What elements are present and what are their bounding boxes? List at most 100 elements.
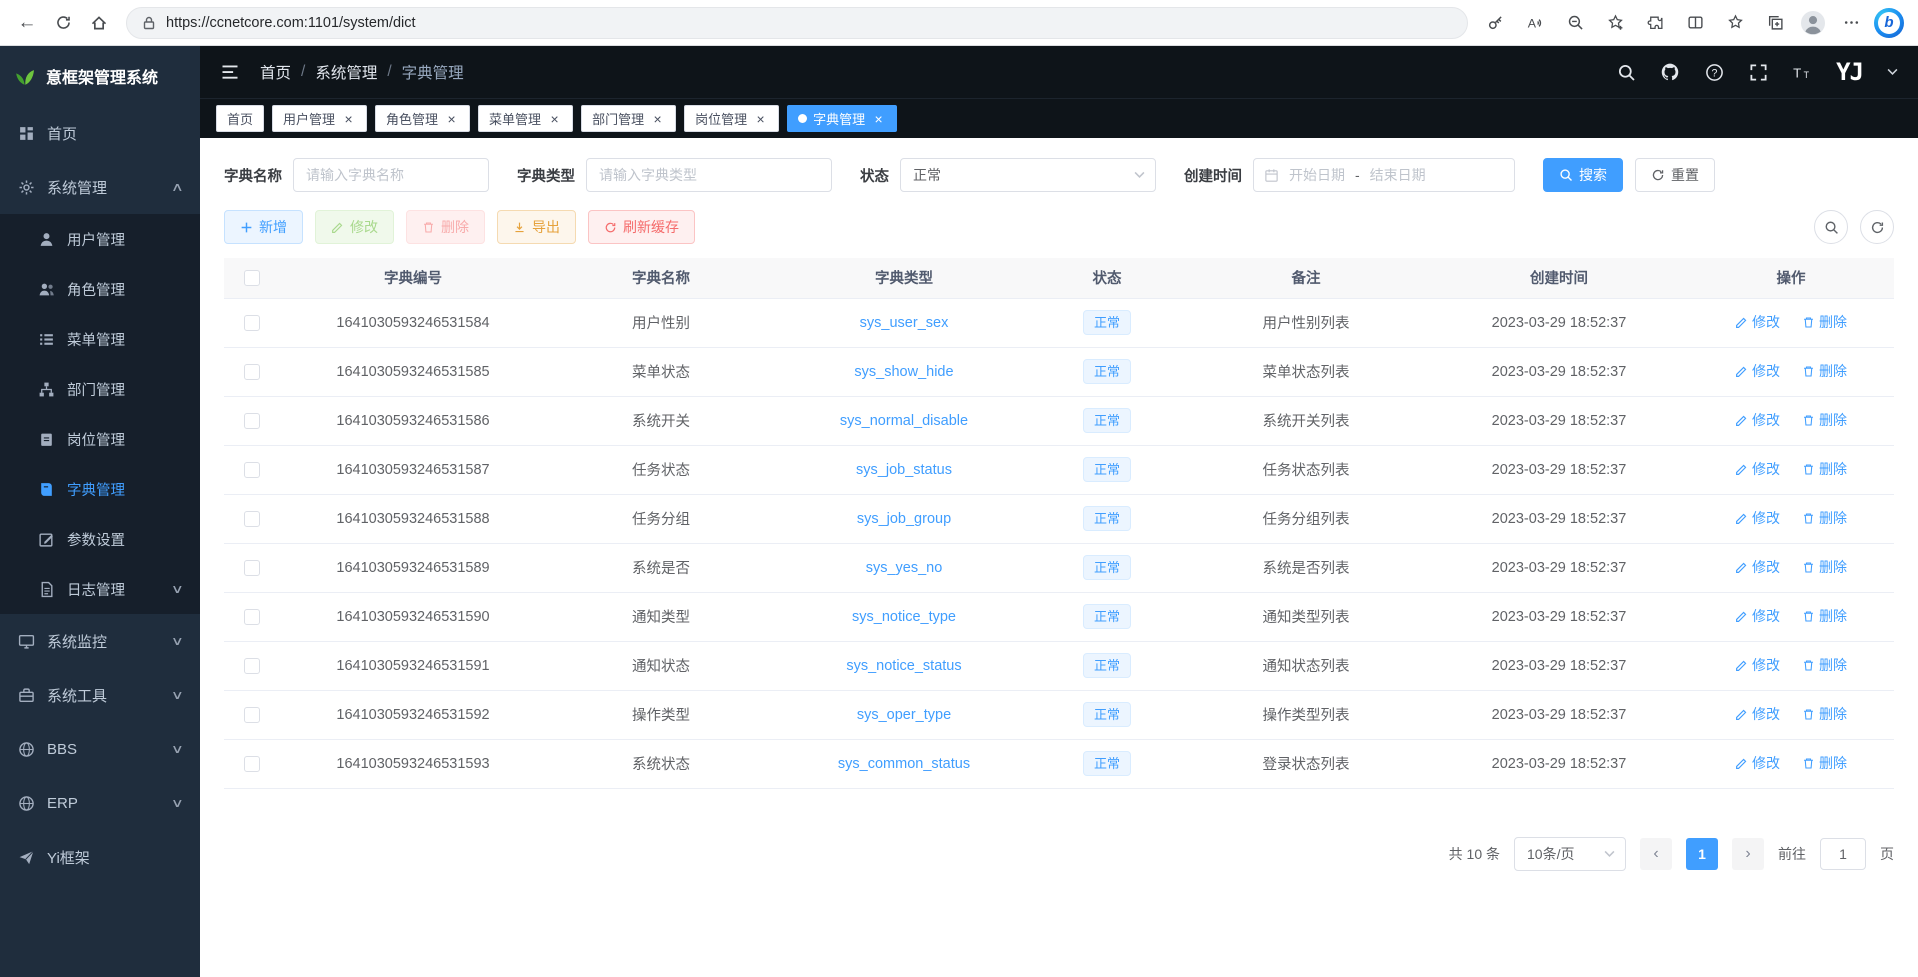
sidebar-item-home[interactable]: 首页 — [0, 106, 200, 160]
row-edit-button[interactable]: 修改 — [1735, 606, 1780, 626]
browser-refresh-button[interactable] — [46, 6, 80, 40]
select-all-checkbox[interactable] — [244, 270, 260, 286]
tab-close-icon[interactable]: × — [871, 111, 886, 126]
extensions-button[interactable] — [1638, 6, 1672, 40]
tab-close-icon[interactable]: × — [341, 111, 356, 126]
profile-button[interactable] — [1798, 8, 1828, 38]
sidebar-item-bbs[interactable]: BBS ∨ — [0, 722, 200, 776]
breadcrumb-home[interactable]: 首页 — [260, 61, 291, 83]
row-delete-button[interactable]: 删除 — [1802, 410, 1847, 430]
row-delete-button[interactable]: 删除 — [1802, 312, 1847, 332]
zoom-button[interactable] — [1558, 6, 1592, 40]
tab-close-icon[interactable]: × — [444, 111, 459, 126]
sidebar-item-departments[interactable]: 部门管理 — [0, 364, 200, 414]
tab-close-icon[interactable]: × — [753, 111, 768, 126]
export-button[interactable]: 导出 — [497, 210, 576, 244]
tab-roles[interactable]: 角色管理× — [375, 105, 470, 132]
collections-button[interactable] — [1758, 6, 1792, 40]
row-checkbox[interactable] — [244, 364, 260, 380]
reset-button[interactable]: 重置 — [1635, 158, 1715, 192]
page-number-1[interactable]: 1 — [1686, 838, 1718, 870]
row-delete-button[interactable]: 删除 — [1802, 557, 1847, 577]
dict-type-link[interactable]: sys_normal_disable — [840, 413, 968, 429]
breadcrumb-system[interactable]: 系统管理 — [315, 61, 377, 83]
sidebar-item-erp[interactable]: ERP ∨ — [0, 776, 200, 830]
sidebar-item-dict[interactable]: 字典管理 — [0, 464, 200, 514]
row-edit-button[interactable]: 修改 — [1735, 459, 1780, 479]
row-edit-button[interactable]: 修改 — [1735, 655, 1780, 675]
row-delete-button[interactable]: 删除 — [1802, 704, 1847, 724]
row-delete-button[interactable]: 删除 — [1802, 459, 1847, 479]
dict-type-input[interactable] — [586, 158, 832, 192]
sidebar-item-roles[interactable]: 角色管理 — [0, 264, 200, 314]
row-checkbox[interactable] — [244, 707, 260, 723]
tab-close-icon[interactable]: × — [650, 111, 665, 126]
hide-search-button[interactable] — [1814, 210, 1848, 244]
tab-departments[interactable]: 部门管理× — [581, 105, 676, 132]
split-screen-button[interactable] — [1678, 6, 1712, 40]
sidebar-item-tools[interactable]: 系统工具 ∨ — [0, 668, 200, 722]
brand-logo[interactable]: YJ — [1836, 58, 1863, 86]
read-aloud-button[interactable]: A — [1518, 6, 1552, 40]
dict-type-link[interactable]: sys_user_sex — [860, 315, 949, 331]
goto-page-input[interactable] — [1820, 838, 1866, 870]
refresh-cache-button[interactable]: 刷新缓存 — [588, 210, 695, 244]
row-delete-button[interactable]: 删除 — [1802, 655, 1847, 675]
row-checkbox[interactable] — [244, 560, 260, 576]
dict-name-input[interactable] — [293, 158, 489, 192]
status-select[interactable]: 正常 — [900, 158, 1156, 192]
header-search-button[interactable] — [1616, 62, 1636, 82]
dict-type-link[interactable]: sys_show_hide — [854, 364, 953, 380]
tab-dict[interactable]: 字典管理× — [787, 105, 897, 132]
page-size-select[interactable]: 10条/页 — [1514, 837, 1626, 871]
row-edit-button[interactable]: 修改 — [1735, 557, 1780, 577]
prev-page-button[interactable]: ‹ — [1640, 838, 1672, 870]
row-delete-button[interactable]: 删除 — [1802, 508, 1847, 528]
dict-type-link[interactable]: sys_notice_status — [846, 658, 961, 674]
browser-back-button[interactable]: ← — [10, 6, 44, 40]
row-edit-button[interactable]: 修改 — [1735, 508, 1780, 528]
row-checkbox[interactable] — [244, 756, 260, 772]
dict-type-link[interactable]: sys_yes_no — [866, 560, 943, 576]
github-button[interactable] — [1660, 62, 1680, 82]
dict-type-link[interactable]: sys_job_group — [857, 511, 951, 527]
row-delete-button[interactable]: 删除 — [1802, 361, 1847, 381]
row-edit-button[interactable]: 修改 — [1735, 704, 1780, 724]
refresh-table-button[interactable] — [1860, 210, 1894, 244]
tab-posts[interactable]: 岗位管理× — [684, 105, 779, 132]
row-delete-button[interactable]: 删除 — [1802, 753, 1847, 773]
dict-type-link[interactable]: sys_oper_type — [857, 707, 951, 723]
sidebar-item-posts[interactable]: 岗位管理 — [0, 414, 200, 464]
help-button[interactable]: ? — [1704, 62, 1724, 82]
passwords-button[interactable] — [1478, 6, 1512, 40]
app-logo[interactable]: 意框架管理系统 — [0, 46, 200, 106]
search-button[interactable]: 搜索 — [1543, 158, 1623, 192]
tab-users[interactable]: 用户管理× — [272, 105, 367, 132]
sidebar-item-users[interactable]: 用户管理 — [0, 214, 200, 264]
browser-home-button[interactable] — [82, 6, 116, 40]
address-bar[interactable]: https://ccnetcore.com:1101/system/dict — [126, 7, 1468, 39]
row-checkbox[interactable] — [244, 413, 260, 429]
row-edit-button[interactable]: 修改 — [1735, 753, 1780, 773]
browser-menu-button[interactable] — [1834, 6, 1868, 40]
sidebar-item-system[interactable]: 系统管理 ∧ — [0, 160, 200, 214]
sidebar-item-logs[interactable]: 日志管理 ∨ — [0, 564, 200, 614]
tab-home[interactable]: 首页 — [216, 105, 264, 132]
favorites-button[interactable] — [1718, 6, 1752, 40]
row-edit-button[interactable]: 修改 — [1735, 410, 1780, 430]
add-favorite-button[interactable] — [1598, 6, 1632, 40]
row-checkbox[interactable] — [244, 315, 260, 331]
fullscreen-button[interactable] — [1748, 62, 1768, 82]
add-button[interactable]: 新增 — [224, 210, 303, 244]
sidebar-item-monitor[interactable]: 系统监控 ∨ — [0, 614, 200, 668]
row-edit-button[interactable]: 修改 — [1735, 361, 1780, 381]
sidebar-item-yi-framework[interactable]: Yi框架 — [0, 830, 200, 884]
row-edit-button[interactable]: 修改 — [1735, 312, 1780, 332]
dict-type-link[interactable]: sys_job_status — [856, 462, 952, 478]
user-menu-caret-icon[interactable] — [1887, 68, 1898, 76]
dict-type-link[interactable]: sys_notice_type — [852, 609, 956, 625]
row-checkbox[interactable] — [244, 609, 260, 625]
row-checkbox[interactable] — [244, 511, 260, 527]
hamburger-icon[interactable] — [220, 62, 240, 82]
font-size-button[interactable]: TT — [1792, 62, 1812, 82]
